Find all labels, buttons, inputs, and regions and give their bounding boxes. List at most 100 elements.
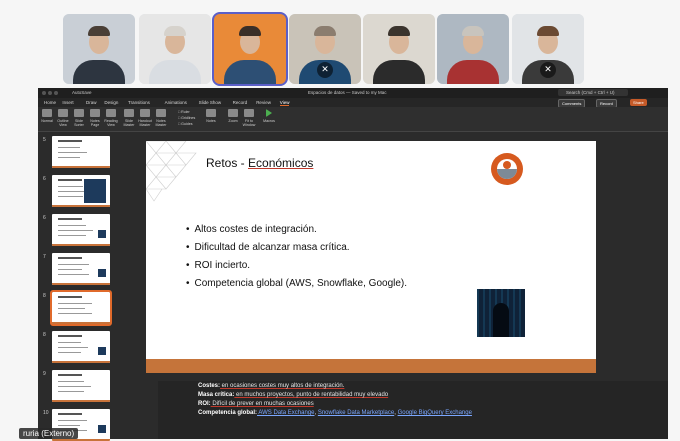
thumbnail-content xyxy=(58,303,92,304)
video-tile-1[interactable] xyxy=(63,14,135,84)
slide-number: 8 xyxy=(43,293,46,299)
slide-thumbnails: 5 6 6 7 8 8 9 10 xyxy=(38,132,114,441)
thumbnail-content xyxy=(58,342,81,343)
triangle-pattern-decoration xyxy=(146,141,197,202)
macros-icon xyxy=(266,109,272,117)
zoom-icon xyxy=(228,109,238,117)
thumbnail-content xyxy=(58,296,82,298)
checkbox-ruler[interactable]: □ Ruler xyxy=(178,110,190,114)
menu-tab-design[interactable]: Design xyxy=(104,100,118,105)
slide-thumbnail[interactable] xyxy=(52,331,110,363)
slide-number: 9 xyxy=(43,371,46,377)
checkbox-guides[interactable]: □ Guides xyxy=(178,122,193,126)
participant-body xyxy=(73,60,125,84)
notes-page-icon xyxy=(90,109,100,117)
ribbon-notes-page-button[interactable]: Notes Page xyxy=(88,109,102,127)
thumbnail-content xyxy=(58,264,89,265)
thumbnail-content xyxy=(58,218,82,220)
ribbon-macros-button[interactable]: Macros xyxy=(262,109,276,123)
thumbnail-content xyxy=(58,269,82,270)
thumbnail-content xyxy=(58,179,82,181)
thumbnail-content xyxy=(58,391,84,392)
reading-view-icon xyxy=(106,109,116,117)
participant-hair xyxy=(239,26,261,36)
slide-thumbnail[interactable] xyxy=(52,253,110,285)
thumbnail-content xyxy=(58,225,86,226)
slide-thumbnail[interactable] xyxy=(50,290,112,326)
menu-tab-transitions[interactable]: Transitions xyxy=(128,100,150,105)
share-button[interactable]: Share xyxy=(630,99,647,106)
menu-tab-view[interactable]: View xyxy=(279,100,290,106)
ribbon-notes-master-button[interactable]: Notes Master xyxy=(154,109,168,127)
menu-bar: Comments Record Share Home Insert Draw Desi… xyxy=(38,98,668,108)
ribbon-label: Zoom xyxy=(228,119,238,123)
video-tile-4[interactable]: ✕ xyxy=(289,14,361,84)
menu-tab-record[interactable]: Record xyxy=(233,100,248,105)
menu-tab-slide-show[interactable]: Slide Show xyxy=(199,100,222,105)
ribbon-fit-to-window-button[interactable]: Fit to Window xyxy=(242,109,256,127)
slide-number: 6 xyxy=(43,176,46,182)
ribbon-label: Normal xyxy=(41,119,53,123)
current-slide[interactable]: Retos - Económicos Altos costes de integ… xyxy=(146,141,596,373)
normal-icon xyxy=(42,109,52,117)
menu-tab-animations[interactable]: Animations xyxy=(165,100,187,105)
ribbon-notes-button[interactable]: Notes xyxy=(204,109,218,123)
menu-tab-review[interactable]: Review xyxy=(256,100,271,105)
participant-body xyxy=(447,60,499,84)
thumbnail-content xyxy=(58,274,89,275)
video-tile-2[interactable] xyxy=(139,14,211,84)
thumbnail-content xyxy=(58,425,80,426)
thumbnail-content xyxy=(52,244,110,246)
menu-tab-insert[interactable]: Insert xyxy=(62,100,73,105)
ribbon-slide-sorter-button[interactable]: Slide Sorter xyxy=(72,109,86,127)
bullet-item: ROI incierto. xyxy=(186,260,407,271)
thumbnail-content xyxy=(58,157,80,158)
participant-body xyxy=(149,60,201,84)
thumbnail-content xyxy=(98,269,106,277)
slide-title-prefix: Retos - xyxy=(206,156,249,170)
video-tile-6[interactable] xyxy=(437,14,509,84)
menu-tab-home[interactable]: Home xyxy=(44,100,56,105)
thumbnail-content xyxy=(52,322,110,324)
slide-number: 10 xyxy=(43,410,49,416)
company-logo xyxy=(491,153,523,185)
speaker-notes[interactable]: Costes: en ocasiones costes muy altos de… xyxy=(158,381,668,439)
ribbon-label: Handout Master xyxy=(138,119,152,127)
window-controls[interactable] xyxy=(42,91,60,96)
slide-thumbnail[interactable] xyxy=(52,136,110,168)
thumbnail-content xyxy=(98,425,106,433)
search-placeholder[interactable]: Search (Cmd + Ctrl + U) xyxy=(566,90,615,95)
checkbox-gridlines[interactable]: □ Gridlines xyxy=(178,116,195,120)
participant-body xyxy=(373,60,425,84)
participant-hair xyxy=(388,26,410,36)
ribbon-normal-button[interactable]: Normal xyxy=(40,109,54,123)
ribbon-label: Macros xyxy=(263,119,275,123)
notes-master-icon xyxy=(156,109,166,117)
link-aws-data-exchange[interactable]: AWS Data Exchange xyxy=(257,410,314,416)
ribbon-label: Outline View xyxy=(57,119,69,127)
ribbon-handout-master-button[interactable]: Handout Master xyxy=(138,109,152,127)
thumbnail-content xyxy=(58,413,82,415)
slide-thumbnail[interactable] xyxy=(52,175,110,207)
video-tile-7[interactable]: ✕ xyxy=(512,14,584,84)
slide-thumbnail[interactable] xyxy=(52,370,110,402)
slide-master-icon xyxy=(124,109,134,117)
thumbnail-content xyxy=(52,205,110,207)
ribbon-zoom-button[interactable]: Zoom xyxy=(226,109,240,123)
link-google-bigquery-exchange[interactable]: Google BigQuery Exchange xyxy=(398,410,472,416)
note-line-1: Costes: en ocasiones costes muy altos de… xyxy=(198,383,344,389)
video-tile-5[interactable] xyxy=(363,14,435,84)
link-snowflake-marketplace[interactable]: Snowflake Data Marketplace xyxy=(318,410,394,416)
slide-thumbnail[interactable] xyxy=(52,214,110,246)
menu-tab-draw[interactable]: Draw xyxy=(86,100,97,105)
ribbon-slide-master-button[interactable]: Slide Master xyxy=(122,109,136,127)
autosave-label[interactable]: AutoSave xyxy=(72,90,92,95)
data-person-image xyxy=(477,289,525,337)
window-titlebar: AutoSave Espacios de datos — Saved to my… xyxy=(38,88,668,98)
document-title: Espacios de datos — Saved to my Mac xyxy=(308,90,387,95)
ribbon-outline-view-button[interactable]: Outline View xyxy=(56,109,70,127)
thumbnail-content xyxy=(58,235,86,236)
video-tile-3[interactable] xyxy=(212,12,288,86)
thumbnail-content xyxy=(98,230,106,238)
ribbon-reading-view-button[interactable]: Reading View xyxy=(104,109,118,127)
